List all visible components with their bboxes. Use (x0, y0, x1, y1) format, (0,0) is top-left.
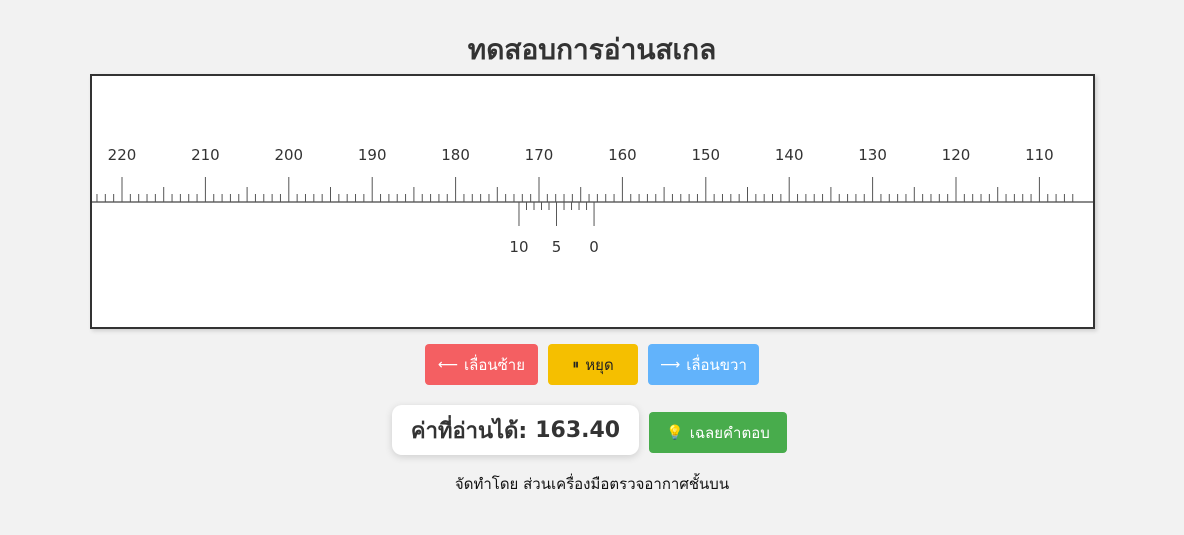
main-scale-label: 160 (608, 146, 637, 164)
move-right-button[interactable]: ⟶ เลื่อนขวา (648, 344, 759, 385)
arrow-left-icon: ⟵ (437, 356, 459, 373)
vernier-label: 5 (552, 238, 562, 256)
main-scale-label: 200 (274, 146, 303, 164)
main-scale-label: 130 (858, 146, 887, 164)
scale-svg: 220 210 200 190 180 170 160 150 140 130 120 110 10 5 0 (92, 146, 1093, 256)
pause-icon: ⏸ (572, 356, 580, 373)
main-scale-label: 210 (191, 146, 220, 164)
reading-value: 163.40 (535, 417, 621, 443)
arrow-right-icon: ⟶ (660, 356, 681, 373)
main-scale-label: 110 (1025, 146, 1054, 164)
lightbulb-icon: 💡 (666, 424, 684, 441)
main-scale-label: 170 (525, 146, 554, 164)
main-scale-label: 190 (358, 146, 387, 164)
move-left-button[interactable]: ⟵ เลื่อนซ้าย (425, 344, 538, 385)
main-scale-label: 120 (942, 146, 971, 164)
reading-label: ค่าที่อ่านได้: (410, 418, 528, 444)
page: ทดสอบการอ่านสเกล 220 210 200 190 180 170 160 15… (0, 0, 1184, 535)
main-scale-label: 180 (441, 146, 470, 164)
move-left-label: เลื่อนซ้าย (464, 355, 526, 374)
controls-bar: ⟵ เลื่อนซ้าย ⏸ หยุด ⟶ เลื่อนขวา (0, 344, 1184, 385)
vernier-label: 0 (589, 238, 599, 256)
stop-button[interactable]: ⏸ หยุด (548, 344, 638, 385)
footer-credit: จัดทำโดย ส่วนเครื่องมือตรวจอากาศชั้นบน (454, 475, 730, 493)
reading-display: ค่าที่อ่านได้: 163.40 (392, 405, 639, 455)
vernier-label: 10 (509, 238, 528, 256)
main-scale-label: 150 (691, 146, 720, 164)
move-right-label: เลื่อนขวา (686, 355, 747, 374)
reveal-answer-button[interactable]: 💡 เฉลยคำตอบ (649, 412, 787, 453)
scale-panel: 220 210 200 190 180 170 160 150 140 130 120 110 10 5 0 (90, 74, 1095, 329)
main-scale-label: 220 (108, 146, 137, 164)
reveal-answer-label: เฉลยคำตอบ (689, 423, 770, 442)
page-title: ทดสอบการอ่านสเกล (467, 33, 717, 66)
stop-label: หยุด (585, 355, 614, 374)
main-scale-label: 140 (775, 146, 804, 164)
